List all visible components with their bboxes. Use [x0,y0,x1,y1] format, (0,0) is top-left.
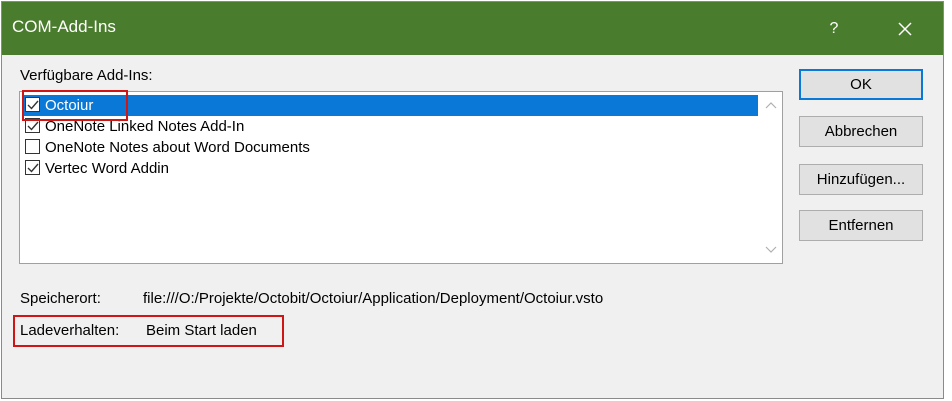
dialog-title: COM-Add-Ins [12,17,116,36]
chevron-down-icon[interactable] [765,246,777,254]
remove-button[interactable]: Entfernen [799,210,923,241]
chevron-up-icon[interactable] [765,101,777,109]
checkbox-vertec[interactable] [25,160,40,175]
checkbox-onenote-notes[interactable] [25,139,40,154]
annotation-highlight-octoiur [22,90,128,121]
ok-button[interactable]: OK [799,69,923,100]
vertical-scrollbar[interactable] [761,93,781,262]
list-item-onenote-linked[interactable]: OneNote Linked Notes Add-In [23,116,758,137]
close-button[interactable] [880,12,930,46]
list-item-octoiur[interactable]: Octoiur [23,95,758,116]
checkmark-icon [27,163,39,173]
com-addins-dialog: COM-Add-Ins ? Verfügbare Add-Ins: Octoiu… [1,1,944,399]
list-item-vertec[interactable]: Vertec Word Addin [23,158,758,179]
checkmark-icon [27,121,39,131]
add-button[interactable]: Hinzufügen... [799,164,923,195]
annotation-highlight-load-behavior [13,315,284,347]
cancel-button[interactable]: Abbrechen [799,116,923,147]
location-value: file:///O:/Projekte/Octobit/Octoiur/Appl… [143,290,604,307]
list-item-label: Vertec Word Addin [45,160,169,177]
addins-listbox[interactable]: Octoiur OneNote Linked Notes Add-In OneN… [19,91,783,264]
location-label: Speicherort: [20,290,101,307]
list-item-label: OneNote Notes about Word Documents [45,139,310,156]
title-bar: COM-Add-Ins ? [2,2,943,55]
available-addins-label: Verfügbare Add-Ins: [20,67,153,84]
close-icon [898,22,912,36]
list-item-onenote-notes[interactable]: OneNote Notes about Word Documents [23,137,758,158]
help-button[interactable]: ? [814,12,854,46]
